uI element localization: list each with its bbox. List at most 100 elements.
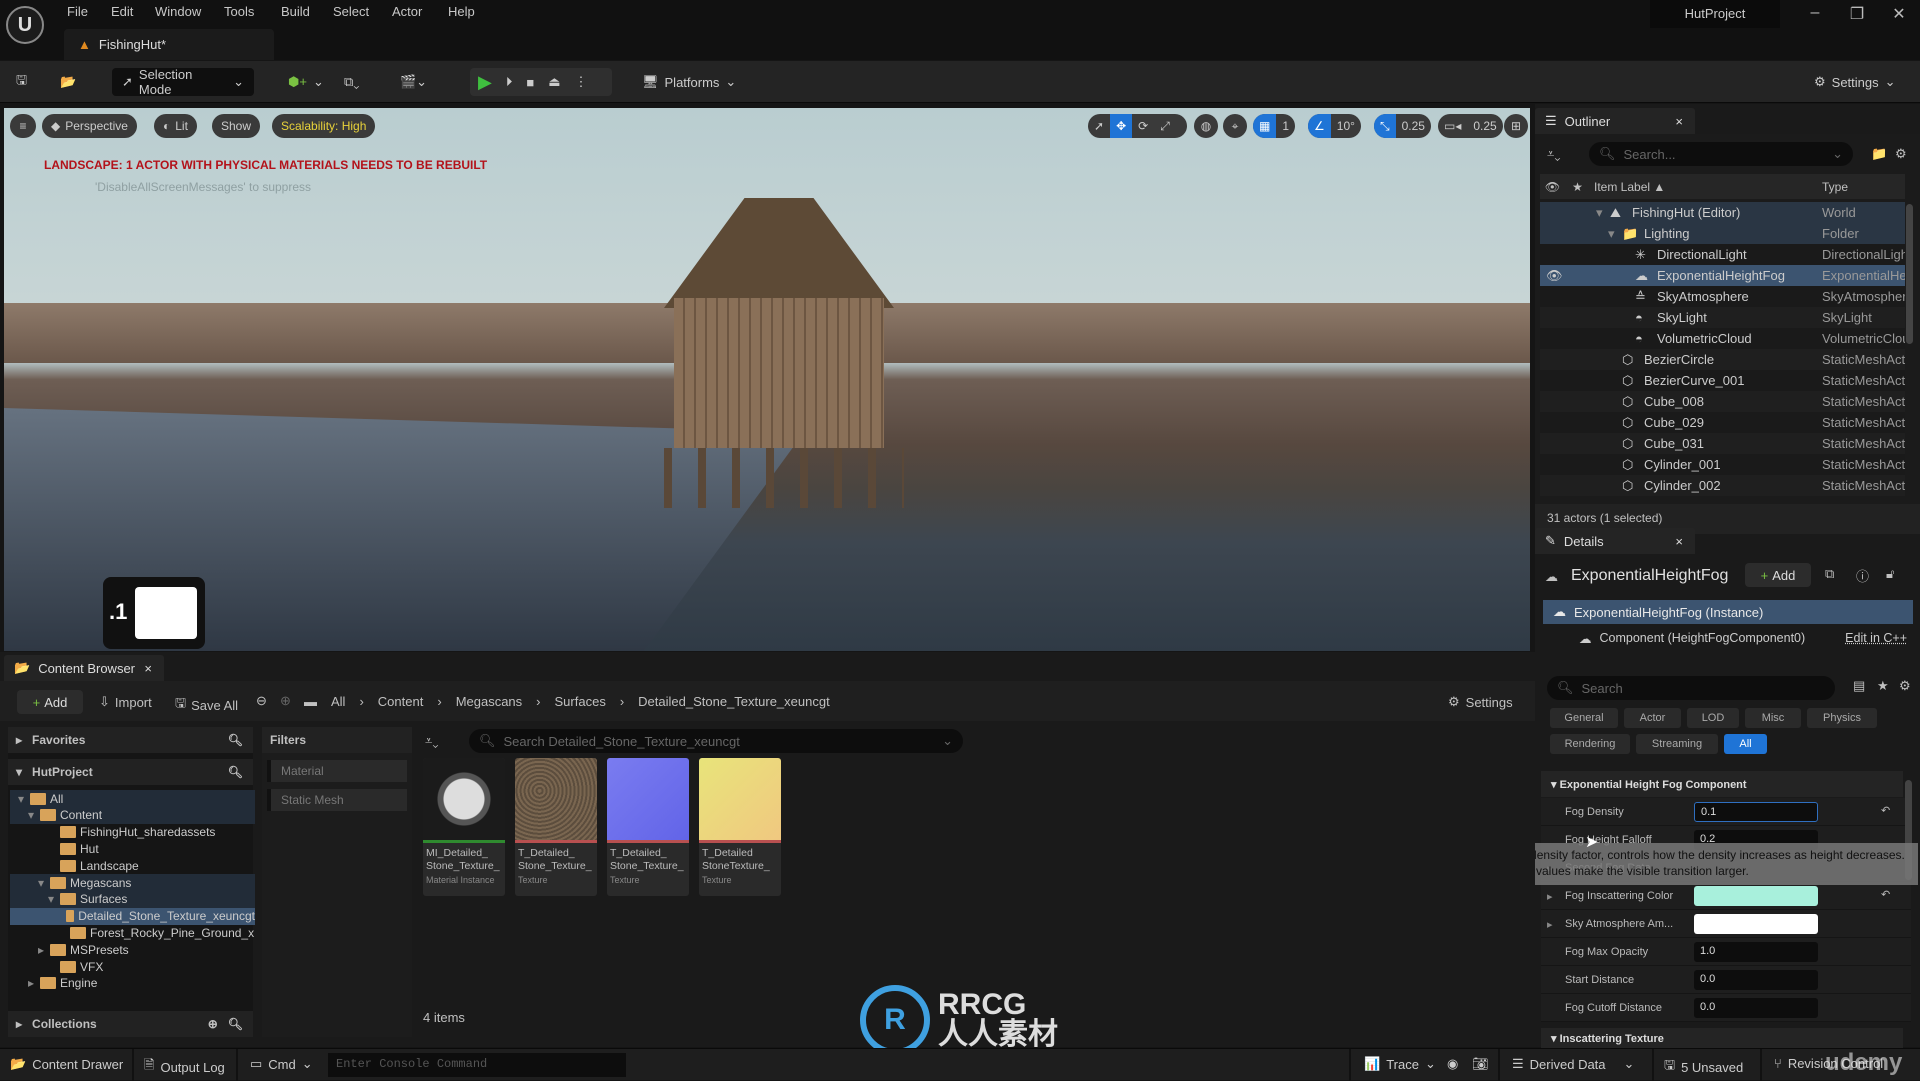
expand-icon[interactable]: ▸ [38, 943, 46, 957]
eject-icon[interactable]: ⏏ [548, 74, 560, 90]
filter-general[interactable]: General [1550, 708, 1618, 728]
table-view-icon[interactable]: ▤ [1853, 678, 1865, 694]
collapse-icon[interactable]: ▾ [1608, 226, 1615, 242]
selection-mode-dropdown[interactable]: ➚ Selection Mode ⌄ [112, 67, 254, 97]
add-button[interactable]: + Add [17, 690, 83, 714]
browse-icon[interactable]: 📂 [60, 68, 76, 96]
expand-icon[interactable]: ▸ [1547, 890, 1553, 903]
menu-edit[interactable]: Edit [111, 4, 133, 19]
cinematics-icon[interactable]: 🎬⌄ [400, 68, 427, 96]
screenshot-icon[interactable]: 📷︎ [1472, 1056, 1489, 1072]
filter-actor[interactable]: Actor [1624, 708, 1681, 728]
folder-tree-item[interactable]: Landscape [10, 857, 255, 874]
blueprint-icon[interactable]: ⧉ [1825, 566, 1834, 582]
collapse-icon[interactable]: ▾ [48, 892, 56, 906]
surface-snap-icon[interactable]: ⌖ [1223, 114, 1247, 138]
scale-tool-icon[interactable]: ⤢ [1154, 114, 1176, 138]
outliner-row[interactable]: ⬡ Cube_008 StaticMeshActor [1540, 391, 1905, 412]
property-value-input[interactable]: 0.0 [1694, 998, 1818, 1018]
import-button[interactable]: ⇩ Import [99, 694, 152, 710]
search-icon[interactable]: 🔍︎ [228, 765, 243, 779]
stop-icon[interactable]: ■ [526, 75, 534, 90]
visibility-icon[interactable]: 👁︎ [1546, 268, 1563, 284]
play-icon[interactable]: ▶ [478, 72, 492, 93]
content-browser-tab[interactable]: 📂 Content Browser × [4, 655, 164, 681]
level-viewport[interactable]: ≡ ◆ Perspective ◐ Lit Show Scalability: Hi… [4, 108, 1530, 651]
breadcrumb-content[interactable]: Content [378, 694, 424, 709]
folder-tree-item[interactable]: Forest_Rocky_Pine_Ground_x [10, 924, 255, 941]
blueprint-icon[interactable]: ⧉⌄ [344, 68, 359, 96]
show-button[interactable]: Show [212, 114, 261, 138]
lock-icon[interactable]: 🔓︎ [1886, 566, 1894, 582]
more-icon[interactable]: ⋮ [575, 74, 588, 90]
details-search-input[interactable]: Search [1582, 681, 1623, 696]
project-header[interactable]: ▾ HutProject 🔍︎ [8, 759, 253, 785]
restore-icon[interactable]: ❐ [1837, 4, 1877, 28]
folder-tree-item[interactable]: Detailed_Stone_Texture_xeuncgt [10, 907, 255, 925]
unreal-logo-icon[interactable]: U [6, 6, 44, 44]
folder-tree-item[interactable]: ▾ Content [10, 806, 255, 824]
expand-icon[interactable]: ▸ [1547, 918, 1553, 931]
collapse-icon[interactable]: ▾ [1596, 205, 1603, 221]
menu-help[interactable]: Help [448, 4, 475, 19]
scale-snap-toggle[interactable]: ⤡ 0.25 [1374, 114, 1431, 138]
close-icon[interactable]: × [1675, 534, 1683, 549]
breadcrumb-all[interactable]: All [331, 694, 345, 709]
property-value-input[interactable]: 0.0 [1694, 970, 1818, 990]
folder-tree-item[interactable]: Hut [10, 840, 255, 857]
breadcrumb-surfaces[interactable]: Surfaces [555, 694, 606, 709]
save-all-button[interactable]: 🖫 Save All [175, 694, 238, 716]
star-icon[interactable]: ★ [1565, 180, 1590, 194]
fog-component-section[interactable]: ▾ Exponential Height Fog Component [1541, 771, 1903, 797]
filter-rendering[interactable]: Rendering [1550, 734, 1630, 754]
folder-tree-item[interactable]: VFX [10, 958, 255, 975]
outliner-row[interactable]: ⬡ Cube_029 StaticMeshActor [1540, 412, 1905, 433]
add-component-button[interactable]: + Add [1745, 563, 1811, 587]
rotate-tool-icon[interactable]: ⟳ [1132, 114, 1154, 138]
inscattering-texture-section[interactable]: ▾ Inscattering Texture [1541, 1028, 1903, 1048]
camera-speed-button[interactable]: ▭◂ 0.25 [1438, 114, 1503, 138]
outliner-search-input[interactable]: Search... [1624, 147, 1676, 162]
outliner-row[interactable]: ≙ SkyAtmosphere SkyAtmosphere [1540, 286, 1905, 307]
outliner-scrollbar[interactable] [1906, 204, 1913, 344]
asset-search-input[interactable]: Search Detailed_Stone_Texture_xeuncgt [504, 734, 740, 749]
sky-atmosphere-color-swatch[interactable] [1694, 914, 1818, 934]
derived-data-dropdown[interactable]: ☰ Derived Data ⌄ [1512, 1056, 1634, 1072]
filter-all[interactable]: All [1724, 734, 1767, 754]
record-icon[interactable]: ◉ [1447, 1056, 1458, 1072]
filter-lod[interactable]: LOD [1687, 708, 1739, 728]
rotation-snap-toggle[interactable]: ∠ 10° [1308, 114, 1361, 138]
outliner-row[interactable]: ▾ 📁 Lighting Folder [1540, 223, 1905, 244]
perspective-button[interactable]: ◆ Perspective [42, 114, 137, 138]
outliner-row[interactable]: ⬡ Cylinder_001 StaticMeshActor [1540, 454, 1905, 475]
filter-icon[interactable]: ⩡⌄ [1547, 146, 1560, 162]
level-tab[interactable]: ▲ FishingHut* [64, 29, 274, 60]
minimize-icon[interactable]: – [1795, 4, 1835, 28]
collapse-icon[interactable]: ▾ [38, 876, 46, 890]
component-row[interactable]: ☁ Component (HeightFogComponent0) Edit in … [1543, 626, 1913, 650]
gear-icon[interactable]: ⚙ [1895, 146, 1907, 162]
filter-icon[interactable]: ⩡⌄ [425, 733, 438, 749]
folder-tree-item[interactable]: ▸ MSPresets [10, 941, 255, 958]
menu-file[interactable]: File [67, 4, 88, 19]
star-icon[interactable]: ★ [1877, 678, 1889, 694]
forward-icon[interactable]: ⊕ [280, 693, 291, 709]
trace-dropdown[interactable]: 📊 Trace ⌄ [1364, 1056, 1436, 1072]
visibility-column-icon[interactable]: 👁︎ [1540, 180, 1565, 194]
asset-tile[interactable]: T_Detailed_ Stone_Texture_ Texture [515, 758, 597, 896]
outliner-row[interactable]: ⬡ BezierCircle StaticMeshActor [1540, 349, 1905, 370]
outliner-row[interactable]: ◓ SkyLight SkyLight [1540, 307, 1905, 328]
reset-icon[interactable]: ↶ [1881, 804, 1890, 817]
menu-select[interactable]: Select [333, 4, 369, 19]
filter-static-mesh[interactable]: Static Mesh [267, 789, 407, 811]
asset-tile[interactable]: T_Detailed StoneTexture_ Texture [699, 758, 781, 896]
close-icon[interactable]: × [1675, 114, 1683, 129]
add-actor-icon[interactable]: ⬢+ ⌄ [288, 68, 324, 96]
content-drawer-button[interactable]: 📂 Content Drawer [10, 1056, 123, 1072]
layout-icon[interactable]: ⊞ [1504, 114, 1528, 138]
menu-build[interactable]: Build [281, 4, 310, 19]
gear-icon[interactable]: ⚙ [1899, 678, 1911, 694]
move-tool-icon[interactable]: ✥ [1110, 114, 1133, 138]
outliner-tab[interactable]: ☰ Outliner × [1535, 108, 1695, 134]
folder-tree-item[interactable]: FishingHut_sharedassets [10, 824, 255, 841]
